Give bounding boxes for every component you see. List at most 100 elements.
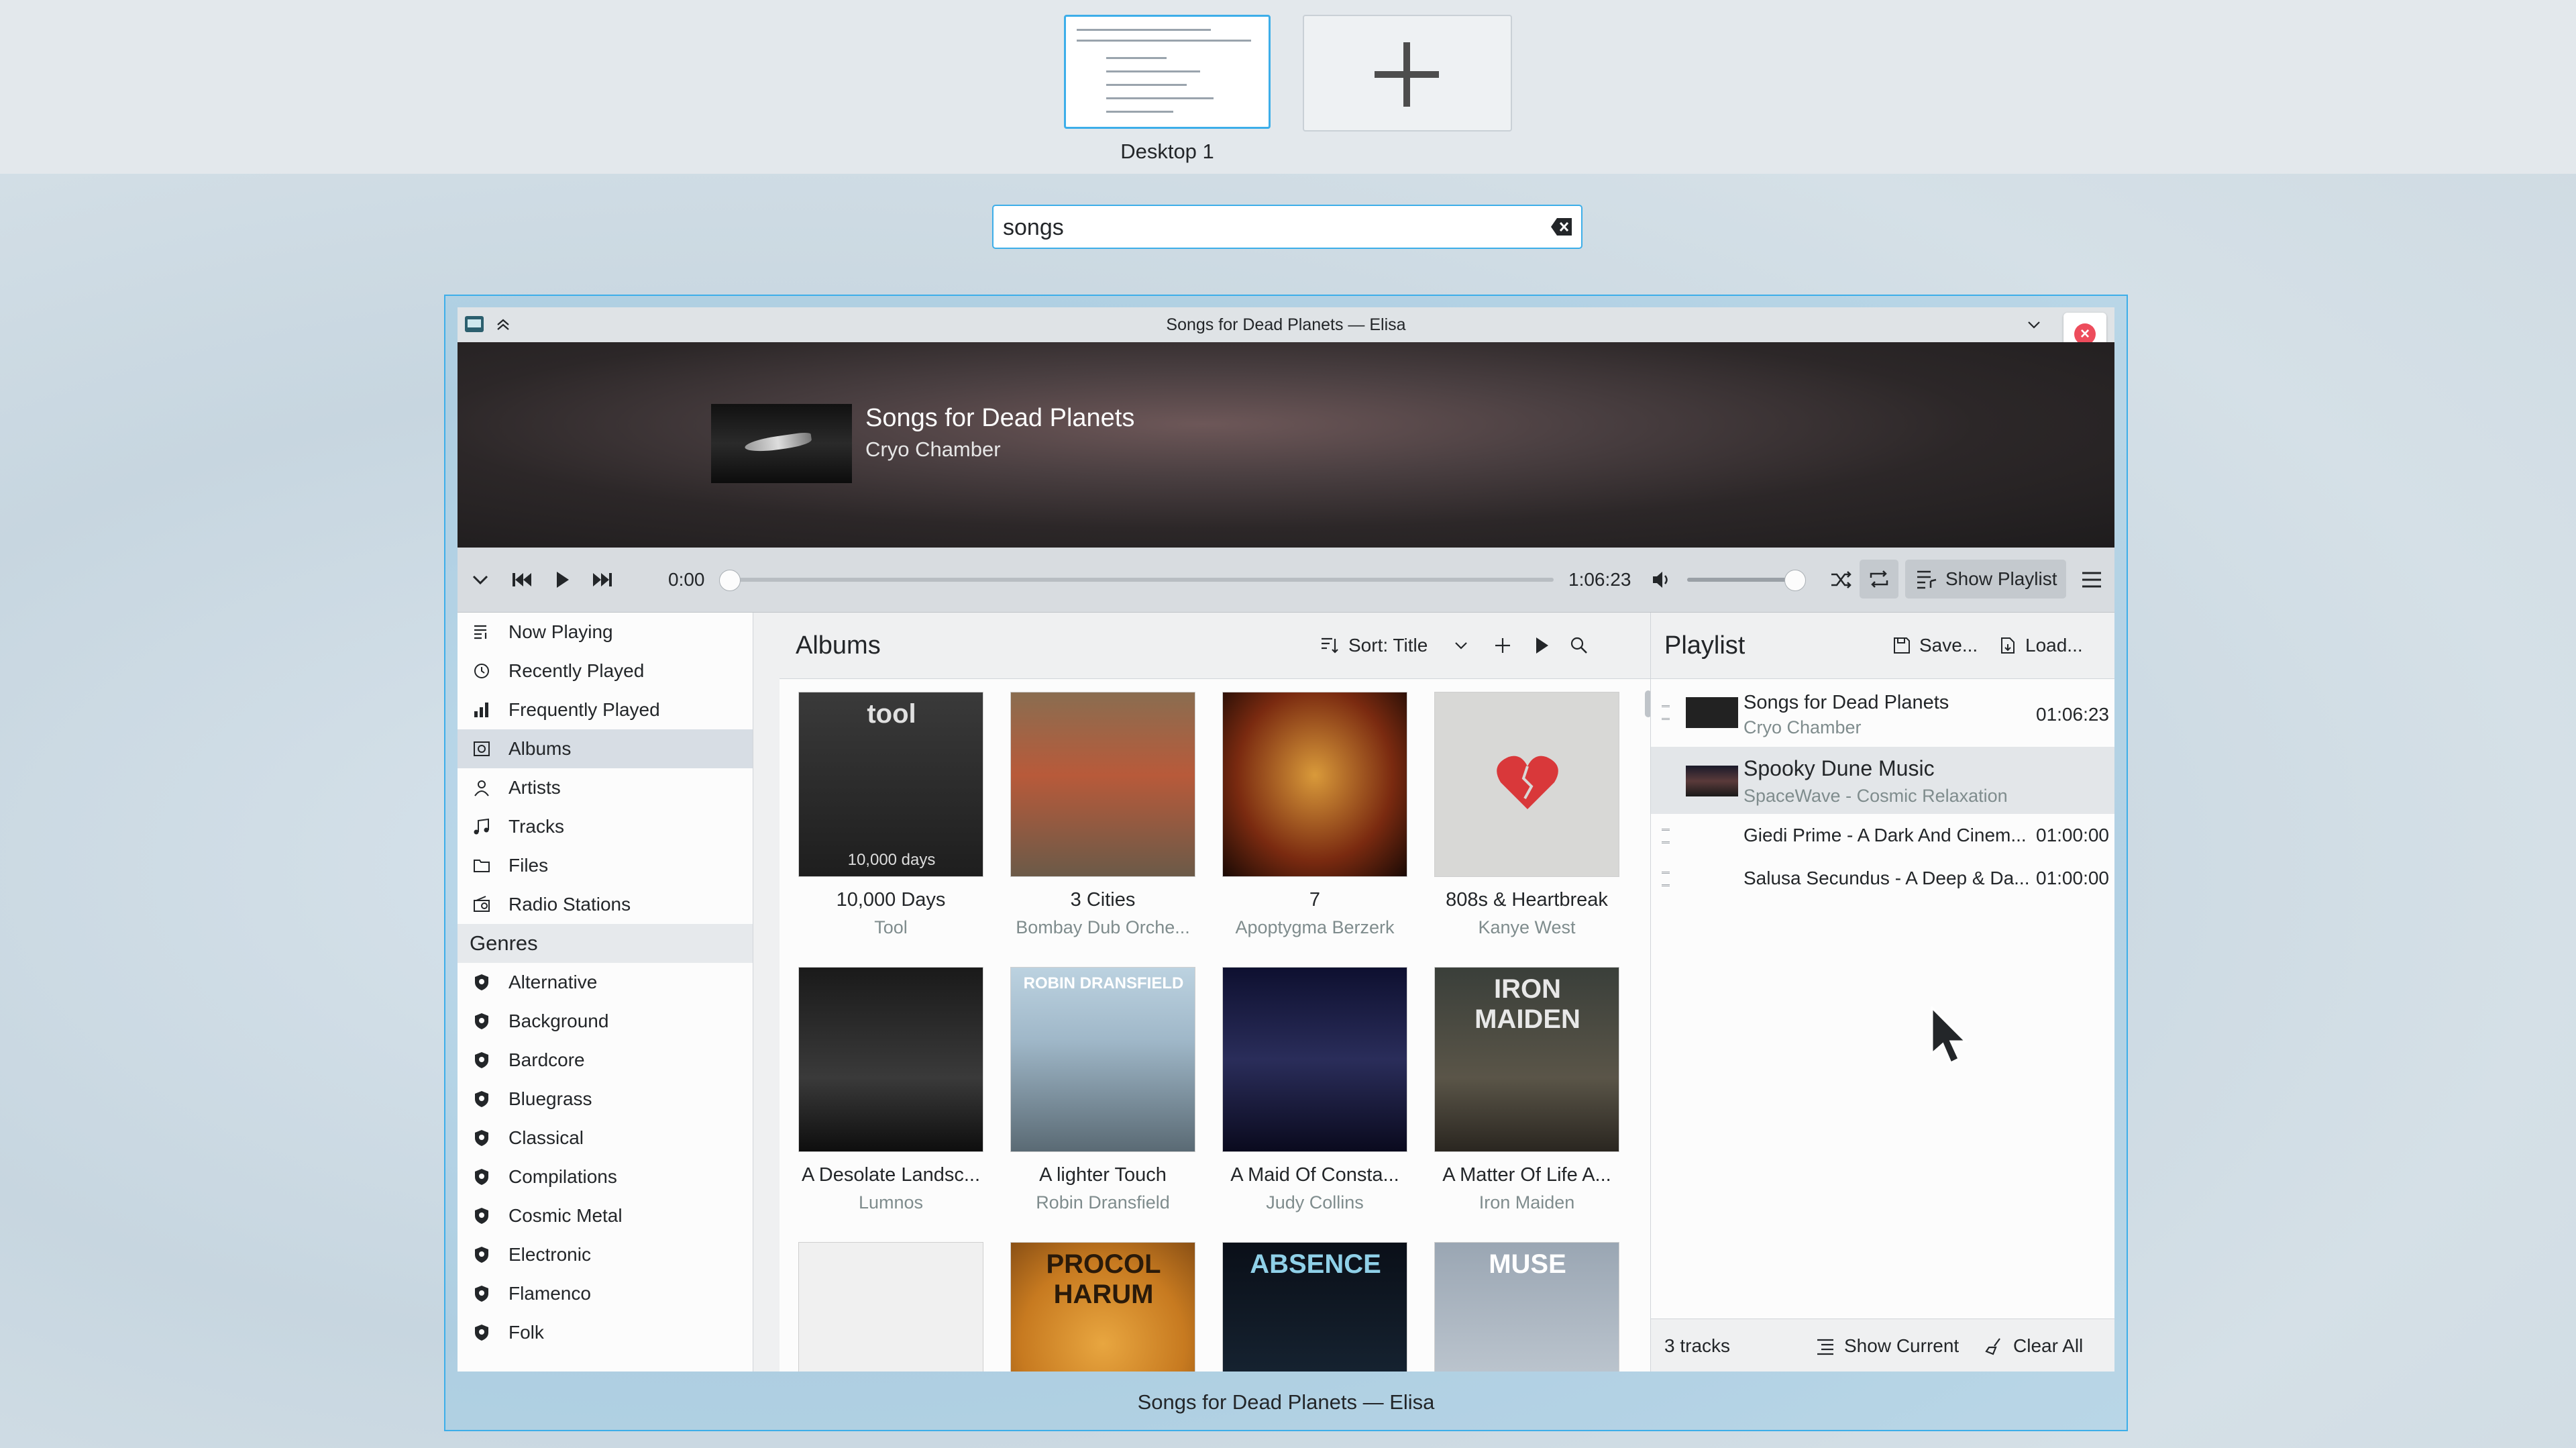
genre-item[interactable]: Alternative (458, 963, 753, 1002)
load-label: Load... (2025, 635, 2083, 656)
track-artist: SpaceWave - Cosmic Relaxation (1743, 786, 2008, 806)
genre-label: Compilations (508, 1166, 617, 1187)
person-icon (474, 780, 489, 796)
add-icon[interactable] (1492, 635, 1513, 656)
genre-shield-icon (475, 1091, 488, 1107)
window-titlebar[interactable]: Songs for Dead Planets — Elisa (458, 307, 2114, 342)
track-count: 3 tracks (1664, 1335, 1731, 1356)
sidebar-item-label: Frequently Played (508, 699, 660, 720)
album-card[interactable] (798, 1242, 983, 1372)
sidebar-item-albums[interactable]: Albums (458, 729, 753, 768)
play-all-icon[interactable] (1531, 635, 1552, 656)
minimize-chevron-icon[interactable] (2026, 317, 2042, 333)
playlist-track-row[interactable]: Songs for Dead Planets Cryo Chamber 01:0… (1651, 680, 2114, 745)
album-cover (798, 1242, 983, 1372)
track-title: Giedi Prime - A Dark And Cinem... (1743, 825, 2027, 845)
genre-label: Background (508, 1011, 609, 1031)
album-title: 7 (1309, 889, 1321, 911)
show-current-button[interactable]: Show Current (1816, 1319, 1970, 1372)
genre-item[interactable]: Compilations (458, 1157, 753, 1196)
shuffle-icon[interactable] (1823, 562, 1858, 597)
genre-label: Alternative (508, 972, 598, 992)
sidebar-item-radio-stations[interactable]: Radio Stations (458, 885, 753, 924)
sidebar-item-artists[interactable]: Artists (458, 768, 753, 807)
drag-handle-icon[interactable] (1662, 829, 1670, 843)
album-card[interactable]: 808s & Heartbreak Kanye West (1434, 692, 1619, 953)
genre-item[interactable]: Electronic (458, 1235, 753, 1274)
skip-previous-icon[interactable] (504, 562, 539, 597)
clear-all-button[interactable]: Clear All (1985, 1319, 2106, 1372)
list-icon (1817, 1339, 1833, 1355)
album-title: 808s & Heartbreak (1446, 889, 1608, 911)
sidebar-item-recently-played[interactable]: Recently Played (458, 652, 753, 690)
search-icon[interactable] (1568, 635, 1590, 656)
overview-search-field[interactable] (992, 205, 1582, 249)
genre-item[interactable]: Flamenco (458, 1274, 753, 1313)
album-artist: Bombay Dub Orche... (1016, 917, 1190, 937)
genre-item[interactable]: Bluegrass (458, 1080, 753, 1119)
album-card[interactable]: A Desolate Landsc... Lumnos (798, 967, 983, 1229)
album-title: A Matter Of Life A... (1442, 1164, 1611, 1186)
album-cover (798, 967, 983, 1152)
navigation-sidebar: Now Playing Recently Played Frequently P… (458, 613, 753, 1372)
sort-icon[interactable] (1319, 635, 1340, 656)
sort-dropdown[interactable]: Sort: Title (1348, 613, 1428, 678)
add-desktop-button[interactable] (1303, 15, 1512, 132)
genre-shield-icon (475, 1169, 488, 1185)
music-note-icon (474, 818, 489, 835)
genre-item[interactable]: Background (458, 1002, 753, 1041)
genre-item[interactable]: Classical (458, 1119, 753, 1157)
show-playlist-button[interactable]: Show Playlist (1905, 560, 2066, 599)
volume-slider-handle[interactable] (1784, 570, 1806, 591)
desktop-1-thumbnail[interactable] (1064, 15, 1271, 129)
album-card[interactable]: PROCOL HARUM (1010, 1242, 1195, 1372)
genre-shield-icon (475, 1052, 488, 1068)
playlist-track-row[interactable]: Salusa Secundus - A Deep & Da... 01:00:0… (1651, 858, 2114, 900)
genre-label: Folk (508, 1322, 544, 1343)
drag-handle-icon[interactable] (1662, 872, 1670, 886)
hamburger-menu-icon[interactable] (2074, 562, 2109, 597)
cover-text: IRON MAIDEN (1474, 974, 1580, 1034)
search-input[interactable] (1002, 211, 1527, 244)
skip-next-icon[interactable] (585, 562, 620, 597)
chevron-down-icon[interactable] (1450, 635, 1472, 656)
clear-text-icon[interactable] (1550, 217, 1573, 237)
album-card[interactable]: A Maid Of Consta... Judy Collins (1222, 967, 1407, 1229)
clear-all-label: Clear All (2013, 1335, 2084, 1356)
playlist-footer: 3 tracks Show Current Clear All (1651, 1318, 2114, 1372)
drag-handle-icon[interactable] (1662, 705, 1670, 720)
album-card[interactable]: MUSE (1434, 1242, 1619, 1372)
sidebar-item-tracks[interactable]: Tracks (458, 807, 753, 846)
track-duration: 01:00:00 (2036, 825, 2109, 845)
album-card[interactable]: tool 10,000 days 10,000 Days Tool (798, 692, 983, 953)
album-cover: MUSE (1434, 1242, 1619, 1372)
sidebar-item-files[interactable]: Files (458, 846, 753, 885)
play-icon[interactable] (545, 562, 580, 597)
repeat-button[interactable] (1860, 560, 1898, 599)
album-card[interactable]: IRON MAIDEN A Matter Of Life A... Iron Mai… (1434, 967, 1619, 1229)
playlist-icon (1917, 570, 1937, 589)
virtual-desktop-bar: Desktop 1 (0, 0, 2576, 174)
playlist-track-row[interactable]: Giedi Prime - A Dark And Cinem... 01:00:… (1651, 815, 2114, 857)
album-card[interactable]: 3 Cities Bombay Dub Orche... (1010, 692, 1195, 953)
sidebar-item-frequently-played[interactable]: Frequently Played (458, 690, 753, 729)
album-artist: Judy Collins (1266, 1192, 1364, 1212)
album-title: 10,000 Days (836, 889, 946, 911)
album-card[interactable]: ABSENCE (1222, 1242, 1407, 1372)
genres-section-header: Genres (458, 924, 753, 963)
collapse-header-icon[interactable] (463, 562, 498, 597)
genre-item[interactable]: Folk (458, 1313, 753, 1352)
volume-icon[interactable] (1645, 562, 1680, 597)
album-artist: Kanye West (1478, 917, 1576, 937)
seek-slider[interactable] (726, 578, 1554, 582)
album-card[interactable]: 7 Apoptygma Berzerk (1222, 692, 1407, 953)
cover-subtext: 10,000 days (847, 851, 936, 869)
elisa-window[interactable]: Songs for Dead Planets — Elisa × Songs f… (458, 307, 2114, 1372)
window-title: Songs for Dead Planets — Elisa (1166, 315, 1406, 334)
genre-item[interactable]: Bardcore (458, 1041, 753, 1080)
playlist-track-row-current[interactable]: Spooky Dune Music SpaceWave - Cosmic Rel… (1651, 747, 2114, 814)
album-card[interactable]: ROBIN DRANSFIELD A lighter Touch Robin Dra… (1010, 967, 1195, 1229)
seek-slider-handle[interactable] (719, 570, 741, 591)
sidebar-item-now-playing[interactable]: Now Playing (458, 613, 753, 652)
genre-item[interactable]: Cosmic Metal (458, 1196, 753, 1235)
